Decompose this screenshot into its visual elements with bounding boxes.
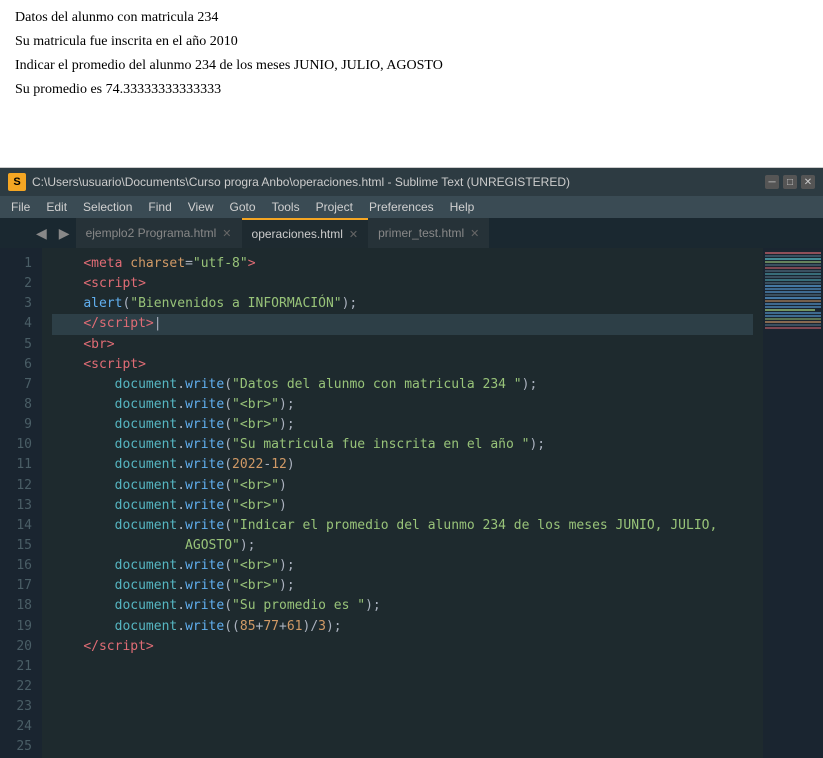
menu-view[interactable]: View: [181, 198, 221, 216]
tab-nav-right[interactable]: ▶: [53, 218, 76, 248]
tab-primer-test-label: primer_test.html: [378, 226, 464, 240]
output-line-3: Indicar el promedio del alunmo 234 de lo…: [15, 58, 808, 74]
code-line-26: </script>: [52, 637, 753, 657]
title-bar: S C:\Users\usuario\Documents\Curso progr…: [0, 168, 823, 196]
code-line-20: document.write("Indicar el promedio del …: [52, 516, 753, 536]
code-line-8: <br>: [52, 335, 753, 355]
tab-ejemplo2-label: ejemplo2 Programa.html: [86, 226, 217, 240]
tab-nav-left[interactable]: ◀: [30, 218, 53, 248]
code-line-18: document.write("<br>"): [52, 476, 753, 496]
sublime-icon: S: [8, 173, 26, 191]
code-line-10: <script>: [52, 355, 753, 375]
output-line-4: Su promedio es 74.33333333333333: [15, 82, 808, 98]
title-text: C:\Users\usuario\Documents\Curso progra …: [32, 175, 570, 189]
menu-selection[interactable]: Selection: [76, 198, 139, 216]
code-line-1: <meta charset="utf-8">: [52, 254, 753, 274]
close-button[interactable]: ✕: [801, 175, 815, 189]
code-editor[interactable]: 1 2 3 4 5 6 7 8 9 10 11 12 13 14 15 16 1…: [0, 248, 823, 758]
output-line-2: Su matricula fue inscrita en el año 2010: [15, 34, 808, 50]
menu-edit[interactable]: Edit: [39, 198, 74, 216]
menu-bar: File Edit Selection Find View Goto Tools…: [0, 196, 823, 218]
maximize-button[interactable]: □: [783, 175, 797, 189]
tab-operaciones-label: operaciones.html: [252, 227, 343, 241]
tab-operaciones[interactable]: operaciones.html ✕: [242, 218, 369, 248]
code-line-14: document.write("<br>");: [52, 415, 753, 435]
code-line-12: document.write("Datos del alunmo con mat…: [52, 375, 753, 395]
output-line-1: Datos del alunmo con matricula 234: [15, 10, 808, 26]
menu-help[interactable]: Help: [443, 198, 482, 216]
code-line-17: document.write(2022-12): [52, 455, 753, 475]
code-line-3: <script>: [52, 274, 753, 294]
code-line-23: document.write("Su promedio es ");: [52, 596, 753, 616]
code-line-21: document.write("<br>");: [52, 556, 753, 576]
code-line-16: document.write("Su matricula fue inscrit…: [52, 435, 753, 455]
menu-find[interactable]: Find: [141, 198, 178, 216]
tab-ejemplo2[interactable]: ejemplo2 Programa.html ✕: [76, 218, 242, 248]
tab-ejemplo2-close[interactable]: ✕: [222, 227, 231, 240]
code-line-20b: AGOSTO");: [52, 536, 753, 556]
code-line-22: document.write("<br>");: [52, 576, 753, 596]
browser-output: Datos del alunmo con matricula 234 Su ma…: [0, 0, 823, 168]
menu-project[interactable]: Project: [309, 198, 360, 216]
minimize-button[interactable]: ─: [765, 175, 779, 189]
title-bar-left: S C:\Users\usuario\Documents\Curso progr…: [8, 173, 570, 191]
minimap-area: [763, 248, 823, 758]
code-line-13: document.write("<br>");: [52, 395, 753, 415]
line-numbers: 1 2 3 4 5 6 7 8 9 10 11 12 13 14 15 16 1…: [0, 248, 42, 758]
code-line-19: document.write("<br>"): [52, 496, 753, 516]
code-line-6: </script>|: [52, 314, 753, 334]
tab-primer-test-close[interactable]: ✕: [470, 227, 479, 240]
menu-preferences[interactable]: Preferences: [362, 198, 441, 216]
code-content[interactable]: <meta charset="utf-8"> <script> alert("B…: [42, 248, 763, 758]
minimap: [763, 248, 823, 334]
title-bar-controls[interactable]: ─ □ ✕: [765, 175, 815, 189]
tab-bar: ◀ ▶ ejemplo2 Programa.html ✕ operaciones…: [0, 218, 823, 248]
menu-goto[interactable]: Goto: [223, 198, 263, 216]
code-line-24: document.write((85+77+61)/3);: [52, 617, 753, 637]
tab-operaciones-close[interactable]: ✕: [349, 228, 358, 241]
tab-primer-test[interactable]: primer_test.html ✕: [368, 218, 489, 248]
menu-tools[interactable]: Tools: [265, 198, 307, 216]
sublime-window: S C:\Users\usuario\Documents\Curso progr…: [0, 168, 823, 758]
menu-file[interactable]: File: [4, 198, 37, 216]
code-line-4: alert("Bienvenidos a INFORMACIÓN");: [52, 294, 753, 314]
